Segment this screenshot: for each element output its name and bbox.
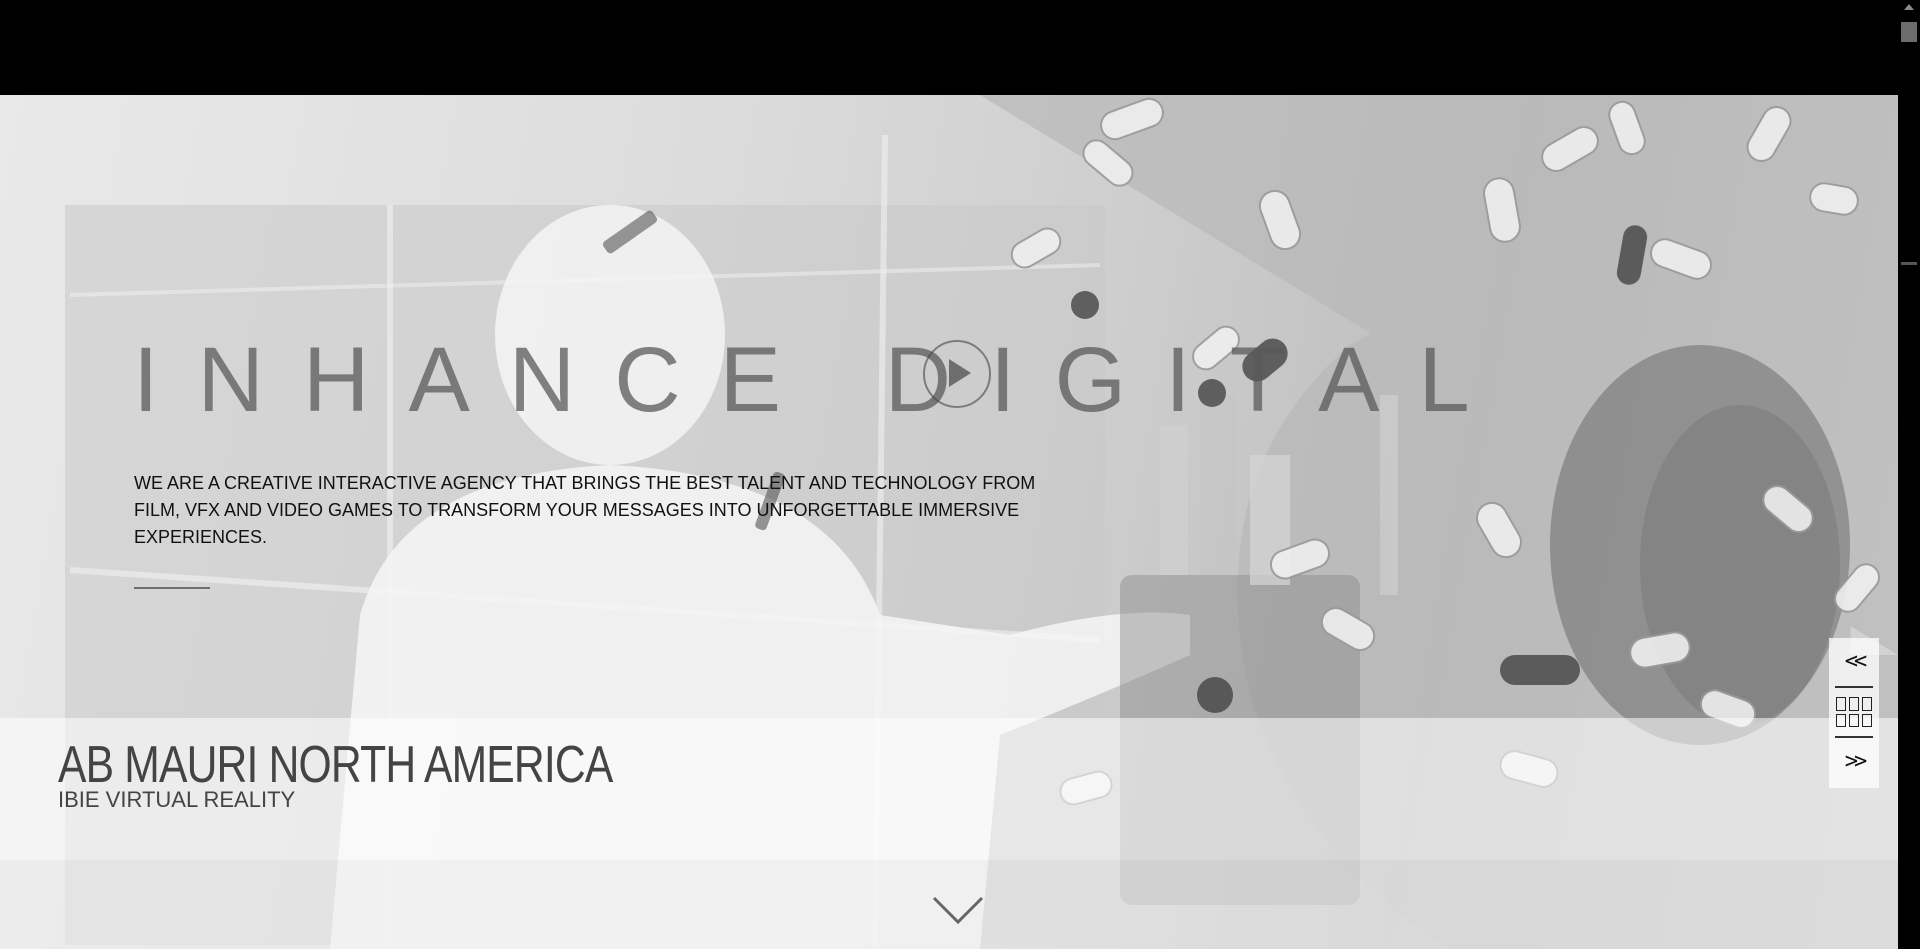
scroll-up-icon[interactable] — [1904, 4, 1914, 10]
scrollbar-thumb[interactable] — [1901, 22, 1917, 42]
grid-cell — [1836, 697, 1846, 711]
grid-cell — [1849, 697, 1859, 711]
nav-divider — [1835, 686, 1873, 688]
slide-client-title[interactable]: AB MAURI NORTH AMERICA — [58, 737, 613, 793]
hero-tagline: WE ARE A CREATIVE INTERACTIVE AGENCY THA… — [134, 473, 1036, 547]
slide-project-subtitle[interactable]: IBIE VIRTUAL REALITY — [58, 787, 295, 813]
grid-cell — [1862, 697, 1872, 711]
scrollbar[interactable] — [1898, 0, 1920, 949]
divider — [134, 587, 210, 589]
grid-icon[interactable] — [1836, 697, 1872, 727]
grid-cell — [1849, 713, 1859, 727]
prev-slide-button[interactable]: << — [1829, 638, 1879, 686]
brand-title: INHANCE DIGITAL — [133, 329, 1509, 431]
grid-cell — [1862, 713, 1872, 727]
scrollbar-marker — [1901, 262, 1917, 265]
top-bar — [0, 0, 1898, 95]
hero-section: INHANCE DIGITAL WE ARE A CREATIVE INTERA… — [0, 95, 1898, 949]
chevron-down-icon[interactable] — [932, 895, 984, 925]
slide-navigation: << >> — [1829, 638, 1879, 788]
play-circle-icon[interactable] — [923, 340, 991, 408]
next-slide-button[interactable]: >> — [1829, 738, 1879, 786]
grid-cell — [1836, 713, 1846, 727]
